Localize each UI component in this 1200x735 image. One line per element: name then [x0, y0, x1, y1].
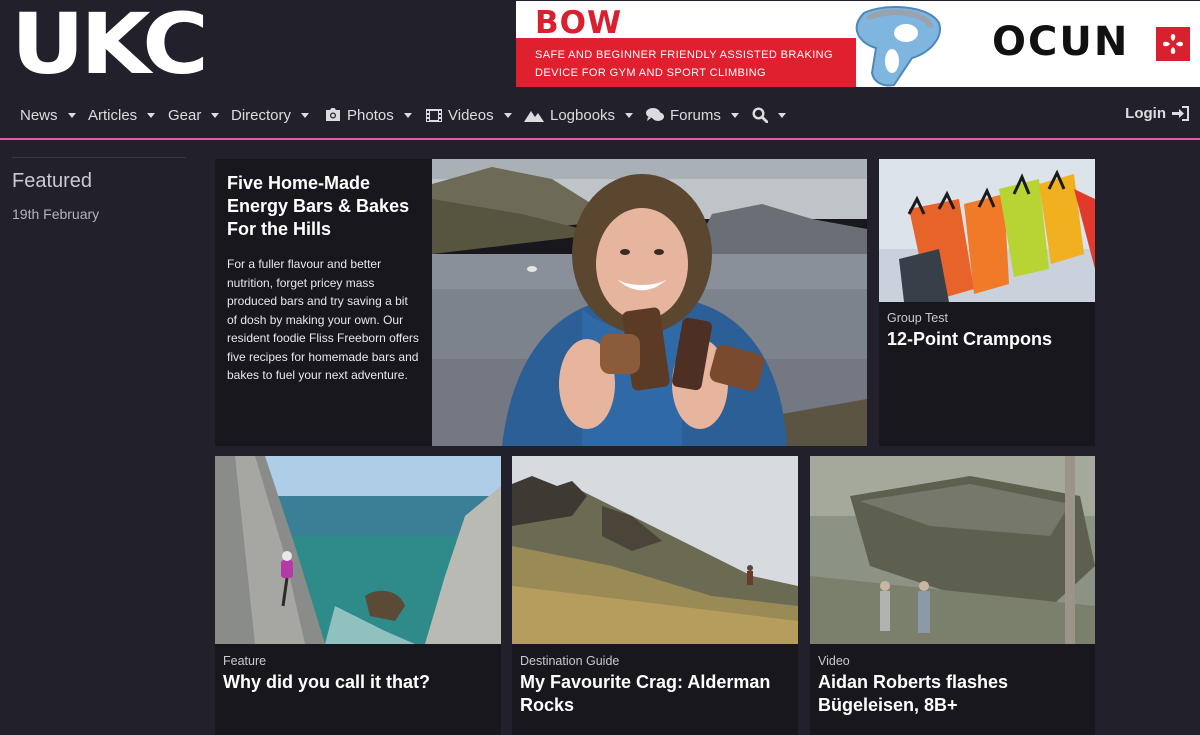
hero-article-card[interactable]: Five Home-Made Energy Bars & Bakes For t…: [215, 159, 867, 446]
chevron-down-icon: [67, 112, 76, 118]
nav-forums[interactable]: Forums: [646, 105, 739, 125]
nav-directory[interactable]: Directory: [231, 105, 310, 125]
chevron-down-icon: [403, 112, 412, 118]
card-title[interactable]: Aidan Roberts flashes Bügeleisen, 8B+: [818, 671, 1088, 717]
site-header: UKC BOW SAFE AND BEGINNER FRIENDLY ASSIS…: [0, 0, 1200, 88]
article-card-feature[interactable]: Feature Why did you call it that?: [215, 456, 501, 735]
article-card-crampons[interactable]: Group Test 12-Point Crampons: [879, 159, 1095, 446]
nav-logbooks[interactable]: Logbooks: [524, 105, 634, 125]
sidebar-divider: [12, 157, 186, 158]
chat-icon: [646, 108, 664, 121]
boulder-photo: [810, 456, 1095, 644]
crampons-photo: [879, 159, 1095, 302]
advert-brand-mark: [1156, 27, 1190, 61]
main-nav: News Articles Gear Directory Photos Vide…: [0, 88, 1200, 140]
nav-videos-label: Videos: [448, 106, 494, 124]
chevron-down-icon: [301, 112, 310, 118]
sea-cliff-photo: [215, 456, 501, 644]
hero-title[interactable]: Five Home-Made Energy Bars & Bakes For t…: [227, 172, 420, 241]
card-category: Feature: [223, 654, 267, 668]
login-link[interactable]: Login: [1125, 105, 1189, 122]
card-title[interactable]: Why did you call it that?: [223, 671, 430, 694]
nav-directory-label: Directory: [231, 106, 292, 124]
login-label: Login: [1125, 105, 1166, 122]
hero-photo[interactable]: [432, 159, 867, 446]
nav-photos-label: Photos: [347, 106, 394, 124]
sign-in-icon: [1172, 106, 1189, 121]
nav-photos[interactable]: Photos: [325, 105, 412, 125]
belay-device-image: [855, 6, 941, 87]
hero-description: For a fuller flavour and better nutritio…: [227, 257, 419, 382]
advert-headline: BOW: [535, 5, 623, 41]
section-date: 19th February: [12, 206, 100, 222]
advert-tagline-1: SAFE AND BEGINNER FRIENDLY ASSISTED BRAK…: [535, 49, 833, 61]
card-title[interactable]: 12-Point Crampons: [887, 328, 1052, 351]
nav-gear-label: Gear: [168, 106, 202, 124]
chevron-down-icon: [503, 112, 512, 118]
article-card-video[interactable]: Video Aidan Roberts flashes Bügeleisen, …: [810, 456, 1095, 735]
chevron-down-icon: [211, 112, 220, 118]
card-title[interactable]: My Favourite Crag: Alderman Rocks: [520, 671, 790, 717]
search-icon: [752, 107, 768, 123]
nav-news-label: News: [20, 106, 58, 124]
nav-news[interactable]: News: [20, 105, 76, 125]
card-category: Group Test: [887, 311, 948, 325]
advert-brand: OCUN: [992, 19, 1130, 65]
nav-gear[interactable]: Gear: [168, 105, 220, 125]
section-title: Featured: [12, 170, 93, 192]
hero-text: Five Home-Made Energy Bars & Bakes For t…: [215, 159, 432, 446]
advert-banner[interactable]: BOW SAFE AND BEGINNER FRIENDLY ASSISTED …: [516, 1, 1200, 87]
advert-tagline-2: DEVICE FOR GYM AND SPORT CLIMBING: [535, 67, 766, 79]
nav-articles-label: Articles: [88, 106, 138, 124]
chevron-down-icon: [778, 112, 786, 118]
nav-logbooks-label: Logbooks: [550, 106, 616, 124]
article-card-destination[interactable]: Destination Guide My Favourite Crag: Ald…: [512, 456, 798, 735]
chevron-down-icon: [625, 112, 634, 118]
camera-icon: [326, 108, 340, 121]
crag-photo: [512, 456, 798, 644]
nav-videos[interactable]: Videos: [426, 105, 512, 125]
advert-red-band: [516, 38, 856, 87]
nav-search[interactable]: [752, 105, 786, 125]
card-category: Video: [818, 654, 850, 668]
mountain-icon: [524, 110, 544, 122]
film-icon: [426, 108, 442, 122]
chevron-down-icon: [730, 112, 739, 118]
nav-forums-label: Forums: [670, 106, 721, 124]
nav-articles[interactable]: Articles: [88, 105, 156, 125]
chevron-down-icon: [147, 112, 156, 118]
card-category: Destination Guide: [520, 654, 620, 668]
site-logo[interactable]: UKC: [11, 2, 209, 86]
